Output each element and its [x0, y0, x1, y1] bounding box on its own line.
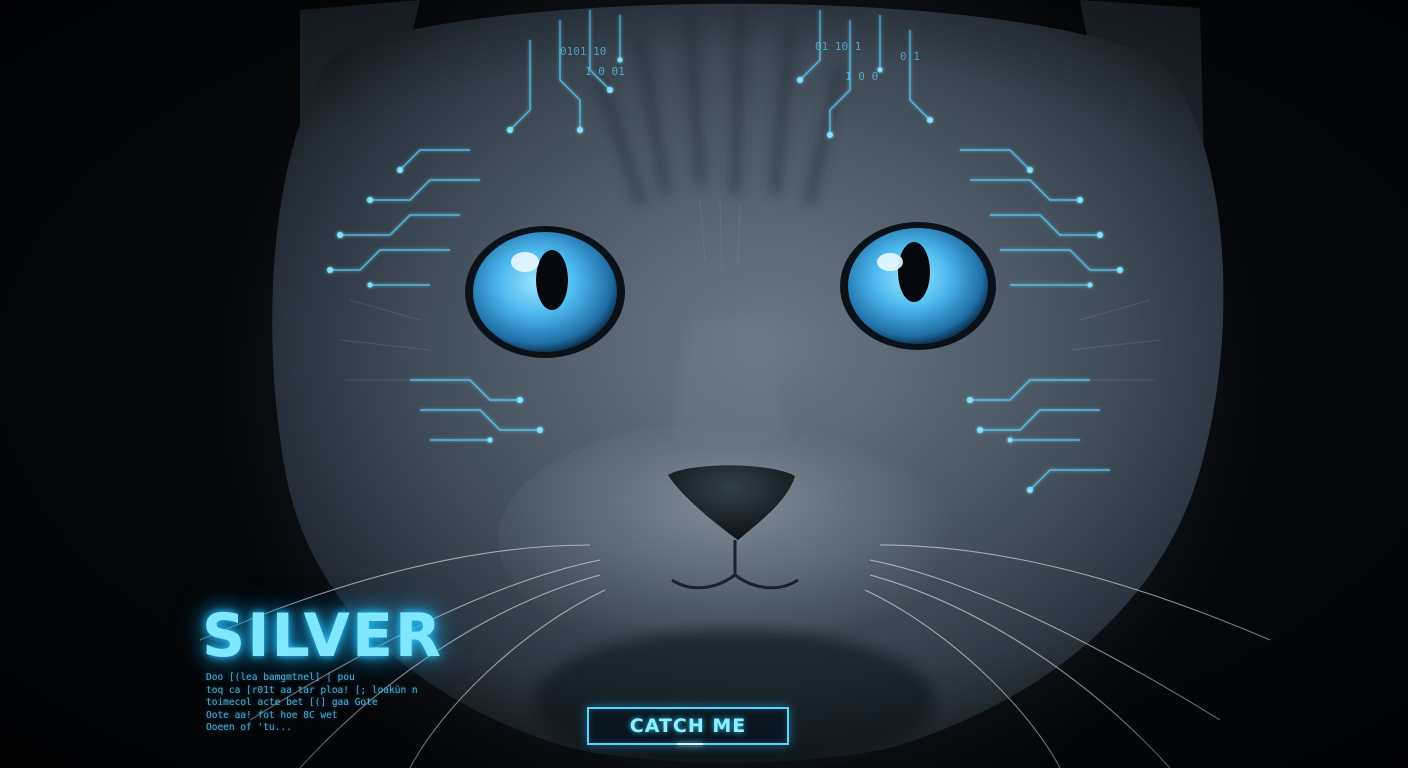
- code-line: toq ca [r01t aa tar ploa! [; loakün n: [206, 684, 418, 696]
- catch-me-button-label: CATCH ME: [629, 715, 747, 737]
- code-line: toimecol acte bet [(] gaa Gote: [206, 697, 378, 709]
- code-text-block: Doo [(lea bamgmtnel] | pou toq ca [r01t …: [206, 672, 466, 735]
- hero-banner: 0101 10 1 0 01 01 10 1 1 0 0 0 1: [0, 0, 1408, 768]
- code-line: Ooeen of 'tu...: [206, 722, 292, 734]
- button-underline-accent: [677, 743, 703, 745]
- code-line: Oote aa! fot hoe 8C wet: [206, 709, 338, 721]
- catch-me-button[interactable]: CATCH ME: [587, 707, 789, 745]
- hero-title: SILVER: [202, 601, 444, 671]
- code-line: Doo [(lea bamgmtnel] | pou: [206, 672, 355, 683]
